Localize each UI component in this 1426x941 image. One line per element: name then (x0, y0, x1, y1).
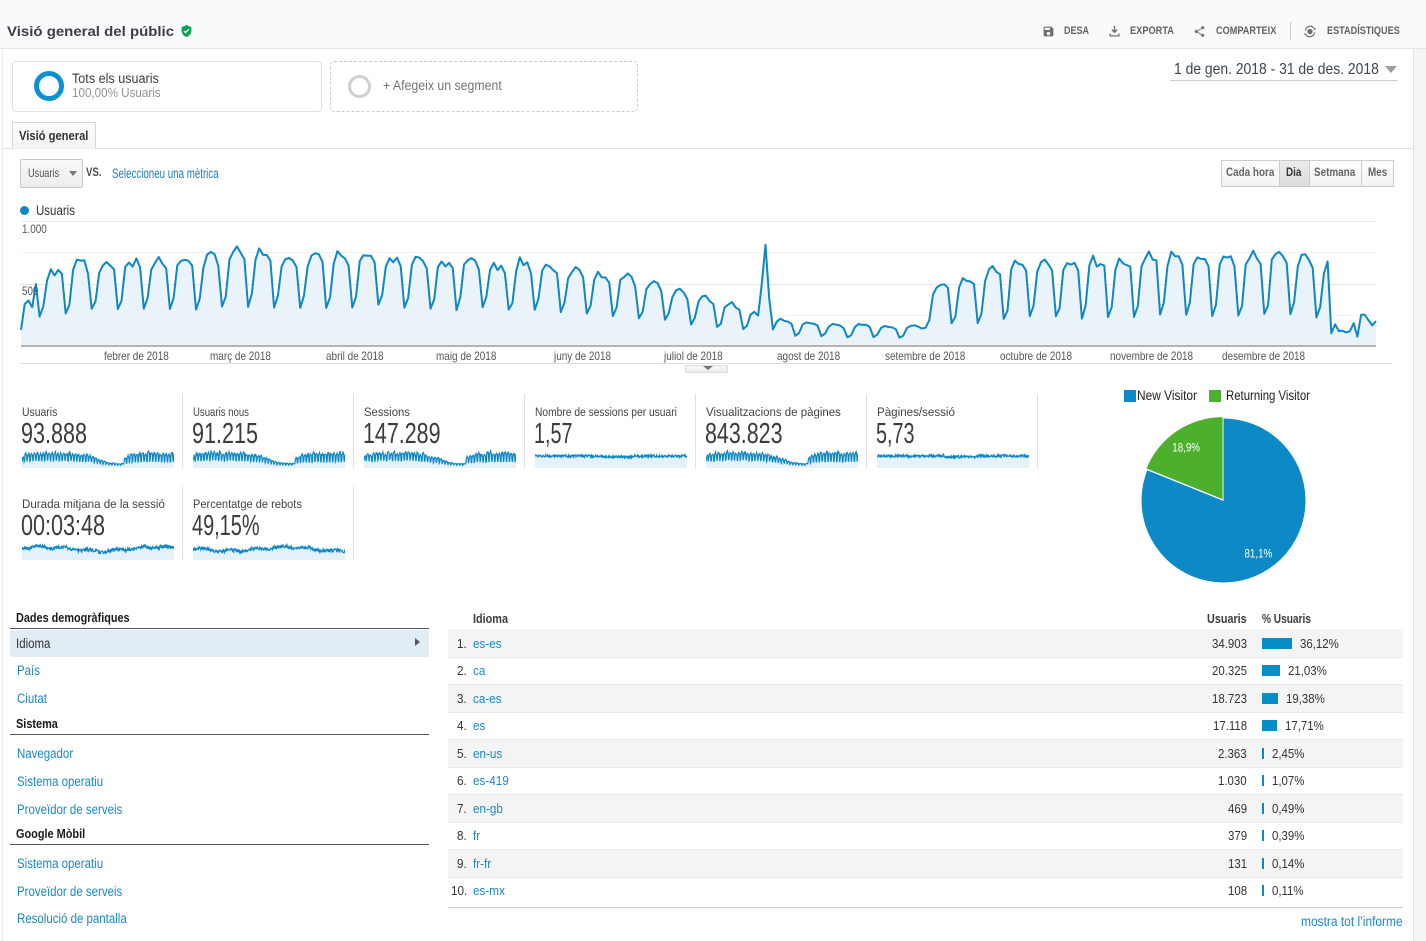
svg-text:18,9%: 18,9% (1172, 442, 1200, 455)
svg-text:81,1%: 81,1% (1245, 548, 1273, 561)
